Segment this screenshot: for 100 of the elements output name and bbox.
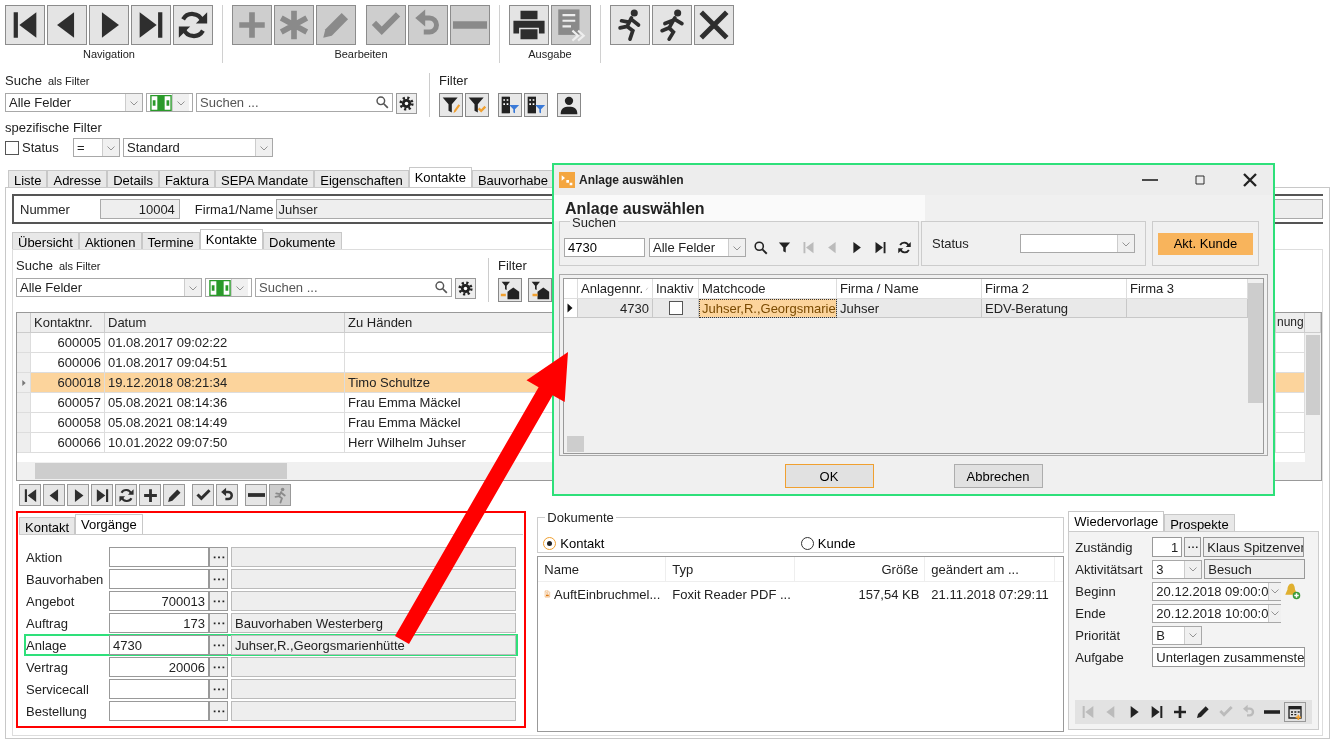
input-field[interactable]: 173 xyxy=(109,613,209,633)
tab[interactable]: Wiedervorlage xyxy=(1068,511,1165,531)
settings-button[interactable] xyxy=(455,278,476,299)
input-field[interactable]: 700013 xyxy=(109,591,209,611)
browse-button[interactable] xyxy=(209,679,228,699)
column-header[interactable]: Kontaktnr. xyxy=(31,313,105,333)
scrollbar[interactable] xyxy=(1305,333,1321,462)
browse-button[interactable] xyxy=(209,635,228,655)
search-field[interactable]: 4730 xyxy=(564,238,645,257)
tab[interactable]: Kontakte xyxy=(199,229,264,249)
toolbar-button[interactable] xyxy=(115,484,137,506)
toolbar-button[interactable] xyxy=(19,484,41,506)
filter-button[interactable] xyxy=(439,93,463,117)
input-field[interactable]: 20006 xyxy=(109,657,209,677)
column-header[interactable]: Typ xyxy=(666,557,796,581)
browse-button[interactable] xyxy=(209,701,228,721)
filter-button[interactable] xyxy=(465,93,489,117)
tab[interactable]: Übersicht xyxy=(12,232,79,249)
text-format-dropdown[interactable] xyxy=(146,93,193,112)
input-field[interactable]: 4730 xyxy=(109,635,209,655)
toolbar-button[interactable] xyxy=(610,5,650,45)
toolbar-button[interactable] xyxy=(509,5,549,45)
customer-button[interactable]: Akt. Kunde xyxy=(1158,232,1253,255)
toolbar-button[interactable] xyxy=(216,484,238,506)
bell-icon xyxy=(1283,582,1302,600)
checkbox[interactable] xyxy=(5,140,19,155)
browse-button[interactable] xyxy=(209,547,228,567)
browse-button[interactable] xyxy=(209,613,228,633)
field-dropdown[interactable]: Alle Felder xyxy=(5,93,143,112)
field-dropdown[interactable]: Alle Felder xyxy=(649,238,746,257)
dialog-button[interactable]: Abbrechen xyxy=(953,464,1043,488)
search-field[interactable]: Suchen ... xyxy=(196,93,393,112)
checkbox[interactable] xyxy=(668,301,683,315)
toolbar-button[interactable] xyxy=(47,5,87,45)
tab[interactable]: Vorgänge xyxy=(75,514,143,534)
dropdown[interactable]: B xyxy=(1152,625,1203,645)
tab[interactable]: Aktionen xyxy=(78,232,142,249)
input-field[interactable] xyxy=(109,679,209,699)
tab[interactable]: SEPA Mandate xyxy=(215,170,315,187)
toolbar-button[interactable] xyxy=(163,484,185,506)
column-header[interactable]: Größe xyxy=(795,557,926,581)
search-field[interactable]: Suchen ... xyxy=(255,278,452,297)
status-dropdown[interactable]: Standard xyxy=(123,138,273,157)
toolbar-button[interactable] xyxy=(91,484,113,506)
toolbar-button[interactable] xyxy=(694,5,734,45)
field-dropdown[interactable]: Alle Felder xyxy=(16,278,202,297)
browse-button[interactable] xyxy=(209,569,228,589)
toolbar-button[interactable] xyxy=(1284,702,1307,722)
input-field[interactable] xyxy=(109,701,209,721)
input-field[interactable]: 1 xyxy=(1152,537,1183,557)
tab[interactable]: Dokumente xyxy=(263,232,342,249)
tab[interactable]: Liste xyxy=(8,170,48,187)
number-field[interactable]: 10004 xyxy=(99,199,180,219)
input-field[interactable]: Unterlagen zusammenste xyxy=(1152,647,1306,667)
filter-button[interactable] xyxy=(524,93,548,117)
browse-button[interactable] xyxy=(209,657,228,677)
toolbar-button[interactable] xyxy=(43,484,65,506)
column-header[interactable]: Datum xyxy=(105,313,345,333)
operator-dropdown[interactable]: = xyxy=(73,138,120,157)
tab[interactable]: Kontakte xyxy=(408,167,472,187)
radio-option[interactable]: Kunde xyxy=(800,534,1059,552)
search-label: Suche xyxy=(5,73,42,88)
tab[interactable]: Details xyxy=(107,170,159,187)
toolbar-button[interactable] xyxy=(131,5,171,45)
row-header[interactable] xyxy=(564,299,578,318)
column-header[interactable]: geändert am ... xyxy=(925,557,1056,581)
text-format-dropdown[interactable] xyxy=(205,278,252,297)
date-picker[interactable]: 20.12.2018 10:00:0 xyxy=(1152,603,1282,623)
input-field[interactable] xyxy=(109,547,209,567)
date-picker[interactable]: 20.12.2018 09:00:0 xyxy=(1152,581,1282,601)
toolbar-button[interactable] xyxy=(139,484,161,506)
settings-icon xyxy=(457,280,474,297)
column-header[interactable]: Name xyxy=(538,557,667,581)
dialog-button[interactable]: OK xyxy=(784,464,874,488)
toolbar-button[interactable] xyxy=(67,484,89,506)
tab[interactable]: Kontakt xyxy=(19,517,76,534)
filter-heading: spezifische Filter xyxy=(5,120,103,135)
toolbar-button[interactable] xyxy=(245,484,267,506)
input-field[interactable] xyxy=(109,569,209,589)
browse-button[interactable] xyxy=(209,591,228,611)
settings-button[interactable] xyxy=(396,93,417,114)
toolbar-button[interactable] xyxy=(173,5,213,45)
tab[interactable]: Prospekte xyxy=(1164,514,1235,531)
toolbar-button[interactable] xyxy=(89,5,129,45)
tab[interactable]: Bauvorhabe xyxy=(471,170,555,187)
tab[interactable]: Faktura xyxy=(158,170,215,187)
tab[interactable]: Adresse xyxy=(47,170,108,187)
tab[interactable]: Eigenschaften xyxy=(314,170,409,187)
filter-button[interactable] xyxy=(528,278,552,302)
filter-button[interactable] xyxy=(557,93,581,117)
toolbar-button[interactable] xyxy=(192,484,214,506)
toolbar-button[interactable] xyxy=(652,5,692,45)
tab[interactable]: Termine xyxy=(141,232,200,249)
dropdown[interactable]: 3 xyxy=(1152,559,1203,579)
browse-button[interactable] xyxy=(1184,537,1202,557)
toolbar-button[interactable] xyxy=(5,5,45,45)
filter-button[interactable] xyxy=(498,278,522,302)
filter-button[interactable] xyxy=(498,93,522,117)
radio-option[interactable]: Kontakt xyxy=(543,534,801,552)
column-header[interactable]: nung xyxy=(1276,313,1305,333)
